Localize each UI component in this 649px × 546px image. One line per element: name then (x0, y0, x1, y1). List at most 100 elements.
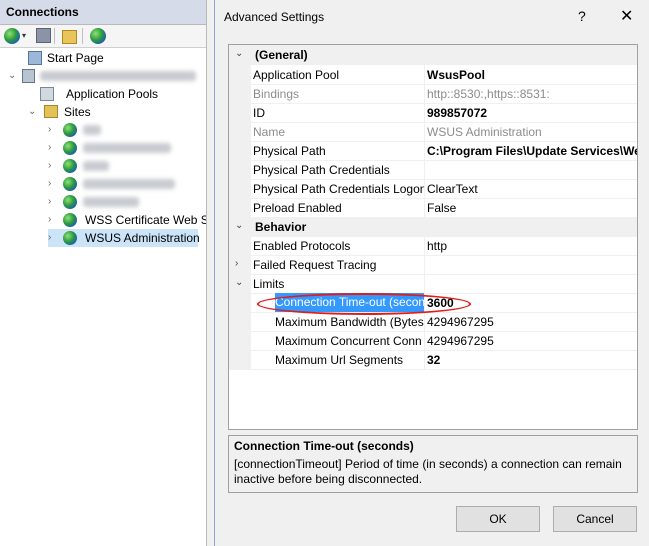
site-globe-icon (63, 141, 77, 155)
property-grid[interactable]: ⌄ (General) Application Pool WsusPool Bi… (228, 44, 638, 430)
column-divider (424, 65, 425, 84)
category-general[interactable]: ⌄ (General) (229, 45, 637, 65)
expand-chevron-icon[interactable]: › (48, 215, 58, 225)
expand-chevron-icon[interactable]: › (48, 161, 58, 171)
toolbar-divider (54, 28, 55, 44)
property-row[interactable]: ID 989857072 (229, 103, 637, 123)
column-divider (424, 293, 425, 312)
property-value[interactable]: 989857072 (427, 106, 637, 120)
property-row[interactable]: Maximum Bandwidth (Bytes 4294967295 (229, 312, 637, 332)
site-name-redacted (83, 125, 101, 135)
property-row[interactable]: Enabled Protocols http (229, 236, 637, 256)
column-divider (424, 103, 425, 122)
property-row-selected[interactable]: Connection Time-out (secon 3600 (229, 293, 637, 313)
property-row[interactable]: Name WSUS Administration (229, 122, 637, 142)
property-value[interactable]: 4294967295 (427, 315, 637, 329)
property-name: Physical Path Credentials Logon (253, 182, 425, 196)
folder-up-icon[interactable] (62, 30, 77, 44)
advanced-settings-dialog: Advanced Settings ? ✕ ⌄ (General) Applic… (214, 0, 649, 546)
expand-chevron-icon[interactable]: › (48, 125, 58, 135)
property-row[interactable]: Bindings http::8530:,https::8531: (229, 84, 637, 104)
property-value[interactable]: http::8530:,https::8531: (427, 87, 637, 101)
row-gutter (229, 84, 251, 103)
property-row[interactable]: Application Pool WsusPool (229, 65, 637, 85)
property-row[interactable]: Maximum Url Segments 32 (229, 350, 637, 370)
property-row[interactable]: Physical Path Credentials Logon ClearTex… (229, 179, 637, 199)
ok-button[interactable]: OK (456, 506, 540, 532)
collapse-chevron-icon[interactable]: ⌄ (235, 277, 243, 288)
property-name: Bindings (253, 87, 300, 101)
property-row-limits[interactable]: ⌄ Limits (229, 274, 637, 294)
property-value[interactable]: False (427, 201, 637, 215)
cancel-button[interactable]: Cancel (553, 506, 637, 532)
collapse-chevron-icon[interactable]: ⌄ (235, 48, 243, 59)
description-title: Connection Time-out (seconds) (234, 439, 414, 453)
connection-timeout-input[interactable]: 3600 (427, 296, 637, 310)
description-panel: Connection Time-out (seconds) [connectio… (228, 435, 638, 493)
collapse-chevron-icon[interactable]: ⌄ (28, 107, 38, 117)
property-row[interactable]: Physical Path Credentials (229, 160, 637, 180)
column-divider (424, 160, 425, 179)
expand-chevron-icon[interactable]: › (48, 233, 58, 243)
row-gutter (229, 65, 251, 84)
expand-chevron-icon[interactable]: › (48, 179, 58, 189)
property-value[interactable]: WsusPool (427, 68, 637, 82)
property-name: ID (253, 106, 265, 120)
row-gutter (229, 236, 251, 255)
column-divider (424, 141, 425, 160)
property-value[interactable]: C:\Program Files\Update Services\We (427, 144, 637, 158)
collapse-chevron-icon[interactable]: ⌄ (8, 71, 18, 81)
property-value[interactable]: ClearText (427, 182, 637, 196)
connect-globe-icon[interactable] (4, 28, 20, 44)
property-name: Maximum Url Segments (275, 353, 404, 367)
property-name: Failed Request Tracing (253, 258, 377, 272)
property-value[interactable]: 32 (427, 353, 637, 367)
app-pools-icon (40, 87, 54, 101)
tree-label: WSS Certificate Web S (85, 213, 206, 227)
property-name: Enabled Protocols (253, 239, 351, 253)
property-name: Connection Time-out (secon (275, 293, 425, 312)
disconnect-icon[interactable] (90, 28, 106, 44)
column-divider (424, 312, 425, 331)
dialog-title: Advanced Settings (224, 10, 325, 24)
column-divider (424, 274, 425, 293)
category-behavior[interactable]: ⌄ Behavior (229, 217, 637, 237)
column-divider (424, 255, 425, 274)
tree-label: Application Pools (66, 87, 159, 101)
row-gutter (229, 350, 251, 369)
property-name: Limits (253, 277, 285, 291)
column-divider (424, 350, 425, 369)
category-label: (General) (255, 48, 308, 62)
property-value[interactable]: 4294967295 (427, 334, 637, 348)
connections-toolbar: ▾ (0, 25, 206, 48)
site-name-redacted (83, 143, 171, 153)
property-value[interactable]: http (427, 239, 637, 253)
tree-item-site-selected[interactable]: › WSUS Administration (48, 229, 200, 247)
start-page-icon (28, 51, 42, 65)
property-row[interactable]: Maximum Concurrent Conn 4294967295 (229, 331, 637, 351)
row-gutter (229, 255, 251, 274)
tree-item-site[interactable]: › WSS Certificate Web S (48, 211, 206, 229)
connections-pane: Connections ▾ Start Page ⌄ Application P… (0, 0, 207, 546)
row-gutter (229, 160, 251, 179)
expand-chevron-icon[interactable]: › (48, 143, 58, 153)
tree-label: WSUS Administration (85, 231, 200, 245)
property-row[interactable]: Preload Enabled False (229, 198, 637, 218)
close-icon[interactable]: ✕ (620, 6, 633, 26)
category-label: Behavior (255, 220, 307, 234)
property-row[interactable]: › Failed Request Tracing (229, 255, 637, 275)
property-row[interactable]: Physical Path C:\Program Files\Update Se… (229, 141, 637, 161)
expand-chevron-icon[interactable]: › (48, 197, 58, 207)
site-globe-icon (63, 213, 77, 227)
expand-chevron-icon[interactable]: › (235, 258, 238, 269)
save-icon[interactable] (36, 28, 51, 43)
row-gutter (229, 122, 251, 141)
server-name-redacted (40, 71, 196, 81)
column-divider (424, 179, 425, 198)
help-icon[interactable]: ? (578, 8, 586, 24)
server-icon (22, 69, 35, 83)
collapse-chevron-icon[interactable]: ⌄ (235, 220, 243, 231)
column-divider (424, 122, 425, 141)
row-gutter (229, 179, 251, 198)
property-value[interactable]: WSUS Administration (427, 125, 637, 139)
